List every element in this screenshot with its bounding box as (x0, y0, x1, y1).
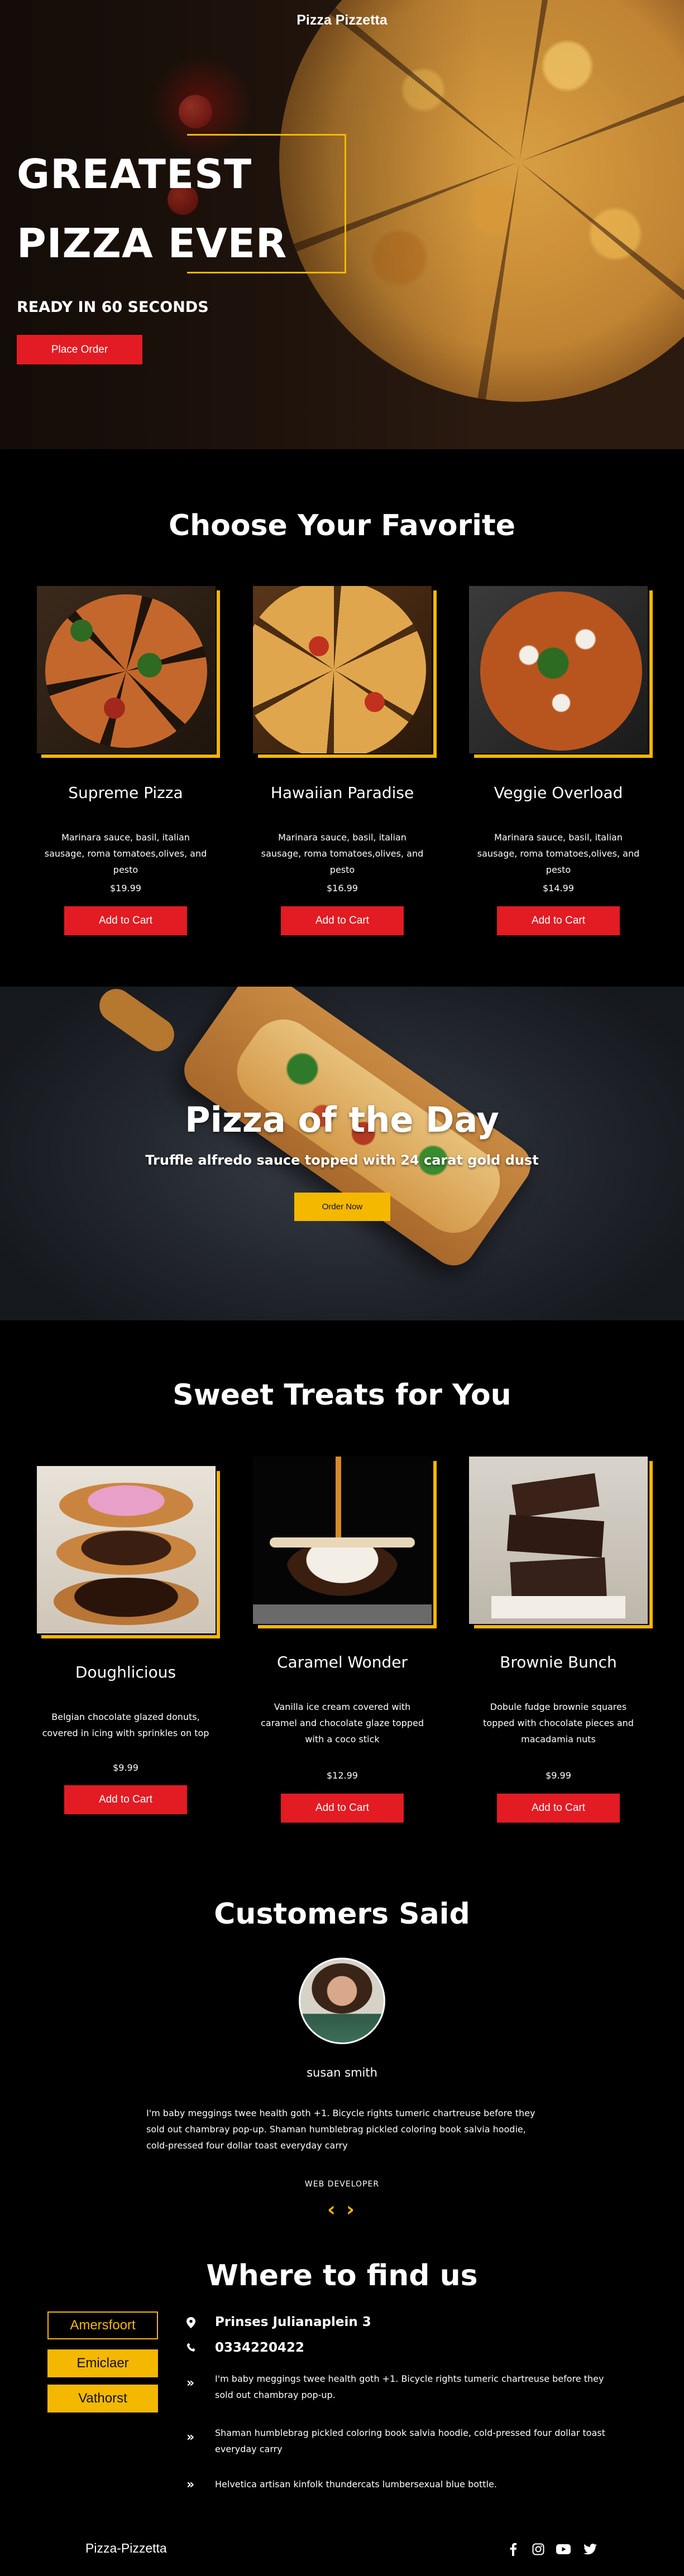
address-text: Prinses Julianaplein 3 (215, 2315, 371, 2329)
testimonials-heading: Customers Said (214, 1897, 470, 1931)
product-title: Hawaiian Paradise (270, 784, 414, 802)
pizza-of-the-day-title: Pizza of the Day (185, 1099, 499, 1140)
product-title: Veggie Overload (494, 784, 623, 802)
product-description: Belgian chocolate glazed donuts, covered… (42, 1712, 209, 1738)
find-us-heading: Where to find us (206, 2259, 478, 2293)
product-title: Supreme Pizza (68, 784, 183, 802)
sweets-heading: Sweet Treats for You (173, 1378, 511, 1412)
hero-subtitle: READY IN 60 SECONDS (17, 299, 209, 316)
location-pin-icon (186, 2317, 195, 2331)
product-price: $9.99 (546, 1770, 571, 1781)
donuts-image (37, 1466, 216, 1633)
instagram-icon[interactable] (530, 2541, 546, 2557)
veggie-overload-image (469, 586, 648, 753)
chevron-double-right-icon: » (186, 2478, 195, 2492)
customer-role: WEB DEVELOPER (304, 2180, 380, 2189)
footer-brand[interactable]: Pizza-Pizzetta (85, 2541, 167, 2556)
hero-section: Pizza Pizzetta GREATEST PIZZA EVER READY… (0, 0, 684, 449)
product-title: Doughlicious (75, 1663, 176, 1681)
info-line: Shaman humblebrag pickled coloring book … (215, 2428, 605, 2454)
place-order-button[interactable]: Place Order (17, 335, 142, 364)
location-tab-amersfoort[interactable]: Amersfoort (47, 2311, 158, 2339)
info-line: Helvetica artisan kinfolk thundercats lu… (215, 2479, 497, 2490)
chevron-double-right-icon: » (186, 2430, 195, 2444)
location-tab-vathorst[interactable]: Vathorst (47, 2385, 158, 2412)
brand-logo[interactable]: Pizza Pizzetta (0, 12, 684, 28)
product-price: $16.99 (327, 883, 358, 893)
chevron-double-right-icon: » (186, 2376, 195, 2390)
youtube-icon[interactable] (556, 2541, 571, 2557)
testimonial-text: I'm baby meggings twee health goth +1. B… (146, 2108, 535, 2151)
product-price: $14.99 (543, 883, 574, 893)
favorites-heading: Choose Your Favorite (168, 509, 516, 542)
add-to-cart-button[interactable]: Add to Cart (497, 1794, 620, 1823)
product-price: $12.99 (327, 1770, 358, 1781)
product-title: Brownie Bunch (500, 1653, 617, 1671)
info-line: I'm baby meggings twee health goth +1. B… (215, 2373, 604, 2400)
facebook-icon[interactable] (505, 2541, 521, 2557)
phone-number[interactable]: 0334220422 (215, 2340, 304, 2355)
add-to-cart-button[interactable]: Add to Cart (497, 906, 620, 935)
add-to-cart-button[interactable]: Add to Cart (281, 906, 404, 935)
hero-title: GREATEST PIZZA EVER (17, 151, 288, 267)
twitter-icon[interactable] (582, 2541, 598, 2557)
next-arrow-icon[interactable]: › (346, 2200, 355, 2220)
add-to-cart-button[interactable]: Add to Cart (281, 1794, 404, 1823)
product-description: Marinara sauce, basil, italian sausage, … (44, 832, 207, 875)
pizza-of-the-day-subtitle: Truffle alfredo sauce topped with 24 car… (145, 1152, 539, 1168)
product-description: Marinara sauce, basil, italian sausage, … (261, 832, 424, 875)
product-price: $9.99 (113, 1762, 138, 1773)
phone-icon (186, 2343, 197, 2356)
supreme-pizza-image (37, 586, 216, 753)
product-description: Vanilla ice cream covered with caramel a… (260, 1702, 424, 1744)
order-now-button[interactable]: Order Now (294, 1193, 390, 1221)
product-price: $19.99 (110, 883, 141, 893)
customer-name: susan smith (307, 2066, 377, 2079)
brownie-bunch-image (469, 1457, 648, 1624)
product-description: Dobule fudge brownie squares topped with… (483, 1702, 634, 1744)
product-description: Marinara sauce, basil, italian sausage, … (477, 832, 640, 875)
add-to-cart-button[interactable]: Add to Cart (64, 1785, 187, 1814)
product-title: Caramel Wonder (277, 1653, 408, 1671)
add-to-cart-button[interactable]: Add to Cart (64, 906, 187, 935)
location-tab-emiclaer[interactable]: Emiclaer (47, 2349, 158, 2377)
customer-avatar (299, 1958, 385, 2044)
hawaiian-paradise-image (253, 586, 432, 753)
caramel-wonder-image (253, 1457, 432, 1624)
pizza-of-the-day-section: Pizza of the Day Truffle alfredo sauce t… (0, 987, 684, 1320)
prev-arrow-icon[interactable]: ‹ (327, 2200, 336, 2220)
